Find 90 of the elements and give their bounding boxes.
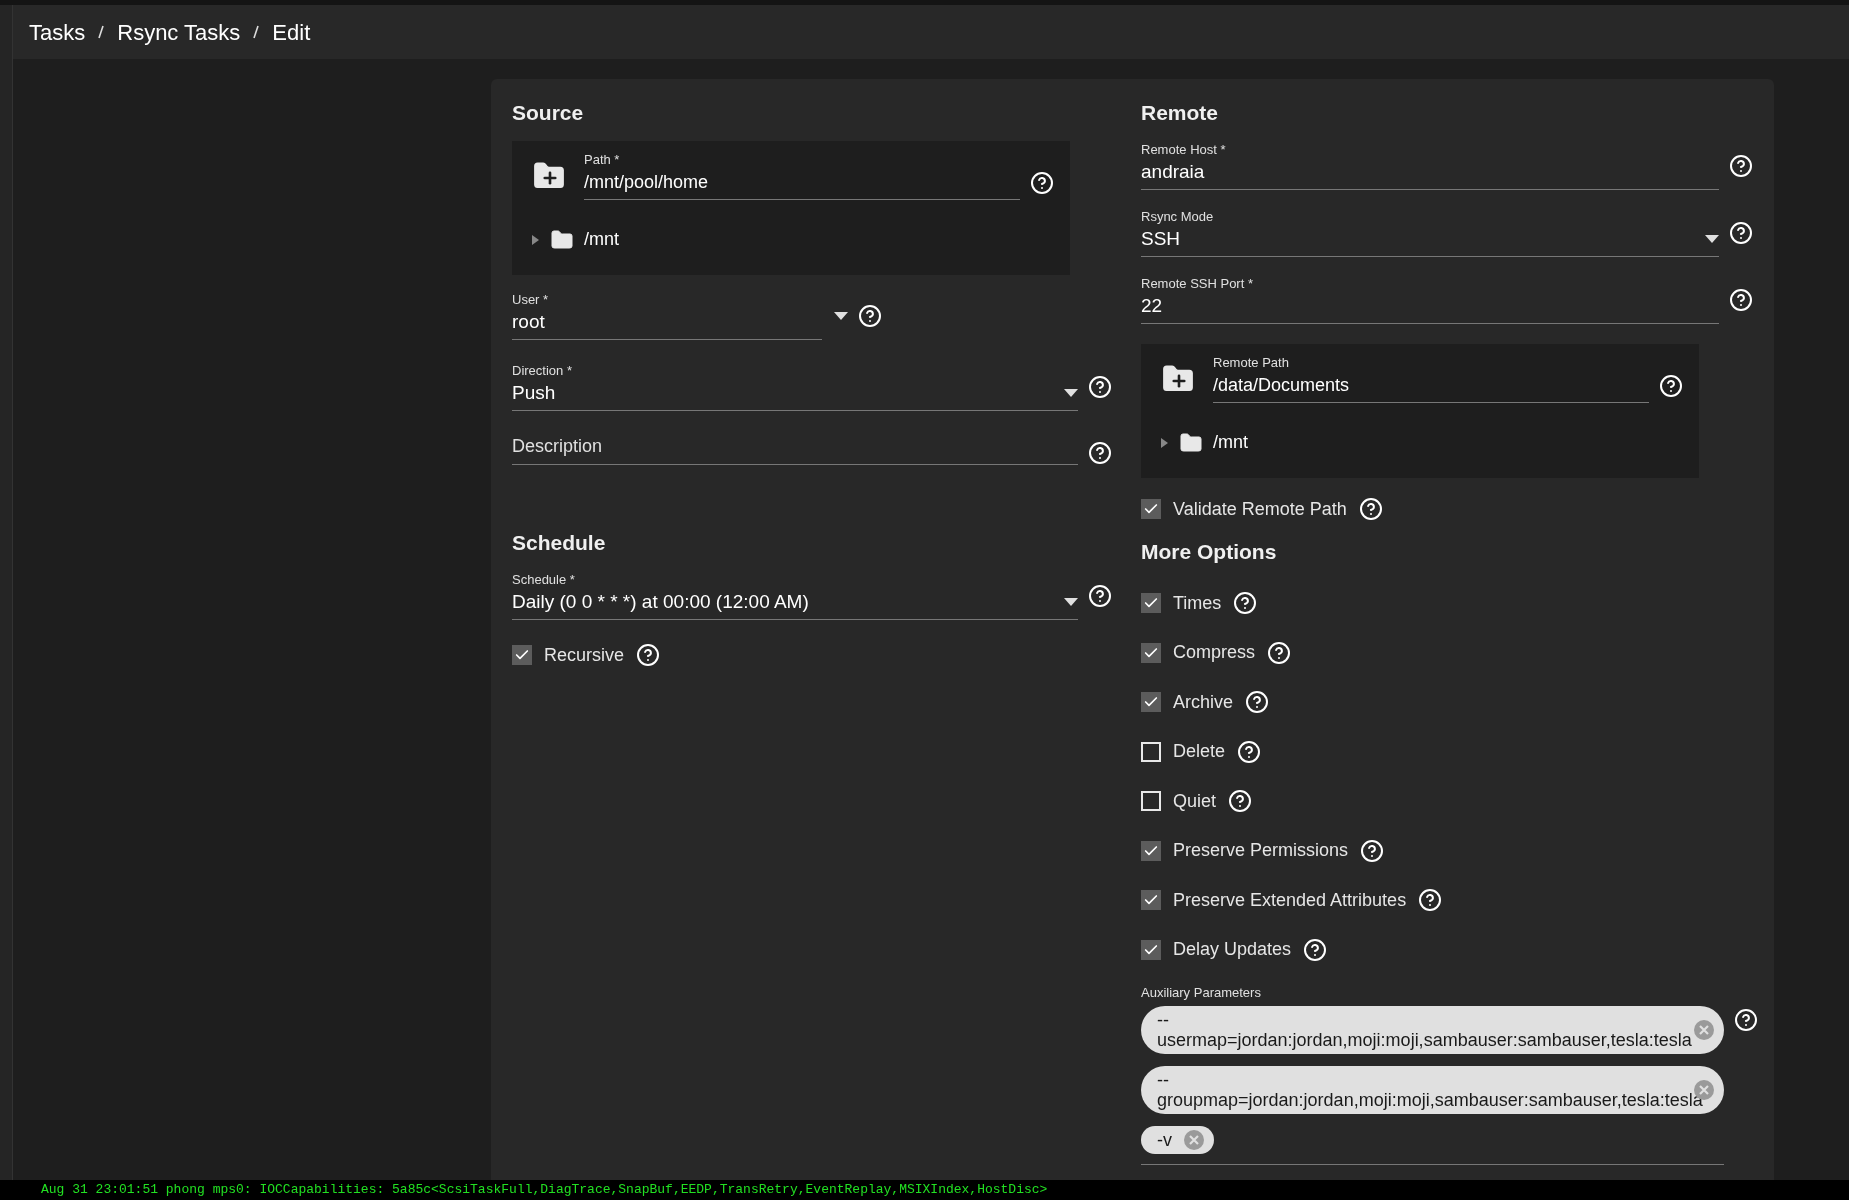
separator-icon (252, 24, 261, 40)
checkbox-label: Validate Remote Path (1173, 497, 1347, 521)
help-icon[interactable] (1418, 888, 1443, 912)
help-icon[interactable] (1237, 739, 1262, 764)
chip[interactable]: -v (1141, 1126, 1214, 1154)
help-icon[interactable] (1734, 1008, 1758, 1032)
help-icon[interactable] (1729, 220, 1753, 245)
field-label: Direction * (512, 362, 573, 380)
checkbox-label: Preserve Permissions (1173, 839, 1349, 862)
checkbox[interactable] (1141, 499, 1161, 519)
checkbox[interactable] (1141, 741, 1161, 762)
chips-field[interactable]: --usermap=jordan:jordan,moji:moji,sambauser:sambauser,tesla:tesla --groupmap=jordan:jordan,moji:moji,sambauser:sambauser,tesla:tesla -v (1141, 1006, 1724, 1165)
help-icon[interactable] (1030, 170, 1054, 195)
checkbox-label: Delete (1173, 740, 1226, 763)
field-label: Schedule * (512, 571, 576, 589)
text-field[interactable]: Remote Host * andraia (1141, 141, 1719, 190)
field-label: Auxiliary Parameters (1141, 983, 1262, 1002)
checkbox-label: Recursive (544, 643, 625, 667)
checkbox-label: Archive (1173, 690, 1234, 714)
dropdown-caret-icon (834, 311, 848, 320)
description-field[interactable]: Description (512, 433, 1078, 465)
help-icon[interactable] (1729, 153, 1753, 178)
checkbox-label: Compress (1173, 641, 1256, 664)
help-icon[interactable] (858, 303, 882, 328)
console-line: Aug 31 23:01:51 phong mps0: IOCCapabilities: 5a85c<ScsiTaskFull,DiagTrace,SnapBuf,EEDP,TransRetry,EventReplay,MSIXIndex,HostDisc> (41, 1182, 1048, 1198)
select-field[interactable]: User * root (512, 291, 822, 340)
checkbox[interactable] (1141, 593, 1161, 613)
field-value: 22 (1141, 294, 1163, 318)
expand-arrow-icon[interactable] (530, 234, 540, 245)
tree-item[interactable]: /mnt (1159, 429, 1683, 456)
help-icon[interactable] (1088, 583, 1112, 608)
help-icon[interactable] (1233, 591, 1258, 615)
folder-icon (1177, 430, 1205, 455)
help-icon[interactable] (1360, 838, 1385, 863)
field-label: User * (512, 291, 550, 309)
breadcrumb-link[interactable]: Rsync Tasks (117, 15, 241, 49)
select-field[interactable]: Direction * Push (512, 362, 1078, 411)
help-icon[interactable] (636, 643, 661, 667)
checkbox[interactable] (512, 645, 532, 665)
help-icon[interactable] (1245, 690, 1270, 714)
help-icon[interactable] (1088, 441, 1112, 465)
section-title: Remote (1141, 100, 1220, 126)
folder-icon (548, 227, 576, 252)
breadcrumb-link[interactable]: Edit (272, 15, 311, 49)
help-icon[interactable] (1659, 373, 1683, 398)
field-label: Remote Path (1213, 354, 1290, 372)
field-value: /data/Documents (1213, 375, 1350, 395)
field-value: SSH (1141, 227, 1181, 251)
field-label: Path * (584, 151, 621, 169)
help-icon[interactable] (1267, 640, 1292, 665)
help-icon[interactable] (1228, 789, 1253, 813)
chip[interactable]: --usermap=jordan:jordan,moji:moji,sambauser:sambauser,tesla:tesla (1141, 1006, 1724, 1054)
checkbox[interactable] (1141, 692, 1161, 712)
checkbox-label: Quiet (1173, 789, 1217, 813)
help-icon[interactable] (1303, 937, 1328, 962)
help-icon[interactable] (1358, 497, 1383, 521)
section-title: Schedule (512, 530, 607, 556)
field-value: Push (512, 381, 556, 405)
checkbox-label: Preserve Extended Attributes (1173, 888, 1407, 912)
help-icon[interactable] (1729, 287, 1753, 312)
checkbox[interactable] (1141, 791, 1161, 811)
checkbox[interactable] (1141, 840, 1161, 861)
checkbox-label: Delay Updates (1173, 938, 1292, 961)
select-field[interactable]: Schedule * Daily (0 0 * * *) at 00:00 (12:00 AM) (512, 571, 1078, 620)
help-icon[interactable] (1088, 374, 1112, 399)
dropdown-caret-icon (1064, 389, 1078, 397)
section-title: Source (512, 100, 585, 126)
path-field[interactable]: Remote Path /data/Documents (1213, 354, 1649, 403)
separator-icon (97, 24, 106, 40)
field-value: /mnt/pool/home (584, 172, 709, 192)
dropdown-caret-icon (1705, 235, 1719, 243)
breadcrumb-link[interactable]: Tasks (29, 15, 86, 49)
field-value: andraia (1141, 160, 1205, 184)
field-value: Daily (0 0 * * *) at 00:00 (12:00 AM) (512, 590, 809, 614)
path-field[interactable]: Path * /mnt/pool/home (584, 151, 1020, 200)
section-title: More Options (1141, 539, 1278, 565)
text-field[interactable]: Remote SSH Port * 22 (1141, 275, 1719, 324)
checkbox[interactable] (1141, 939, 1161, 960)
field-value: root (512, 310, 545, 334)
field-label: Remote Host * (1141, 141, 1227, 159)
select-field[interactable]: Rsync Mode SSH (1141, 208, 1719, 257)
dropdown-caret-icon (1064, 598, 1078, 606)
checkbox[interactable] (1141, 642, 1161, 663)
checkbox-label: Times (1173, 591, 1222, 615)
field-label: Remote SSH Port * (1141, 275, 1254, 293)
chip[interactable]: --groupmap=jordan:jordan,moji:moji,sambauser:sambauser,tesla:tesla (1141, 1066, 1724, 1114)
tree-item[interactable]: /mnt (530, 226, 1054, 253)
expand-arrow-icon[interactable] (1159, 437, 1169, 448)
checkbox[interactable] (1141, 890, 1161, 910)
field-label: Rsync Mode (1141, 208, 1215, 226)
